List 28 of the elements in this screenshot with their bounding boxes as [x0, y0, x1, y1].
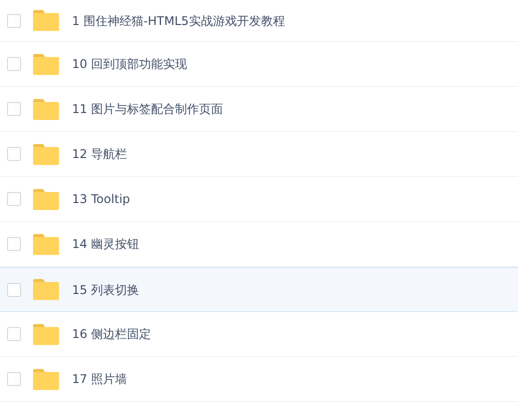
- file-row[interactable]: 15 列表切换: [0, 267, 518, 312]
- folder-icon: [33, 10, 59, 31]
- checkbox[interactable]: [7, 14, 21, 28]
- folder-name[interactable]: 12 导航栏: [72, 145, 128, 163]
- checkbox[interactable]: [7, 57, 21, 71]
- folder-icon: [33, 54, 59, 74]
- folder-name[interactable]: 14 幽灵按钮: [72, 235, 140, 253]
- checkbox[interactable]: [7, 147, 21, 161]
- checkbox[interactable]: [7, 282, 21, 296]
- checkbox[interactable]: [7, 192, 21, 206]
- folder-name[interactable]: 10 回到顶部功能实现: [72, 55, 188, 73]
- folder-name[interactable]: 11 图片与标签配合制作页面: [72, 100, 224, 118]
- folder-name[interactable]: 16 侧边栏固定: [72, 325, 152, 343]
- folder-icon: [33, 144, 59, 164]
- folder-icon: [33, 279, 59, 300]
- folder-icon: [33, 188, 59, 210]
- folder-name[interactable]: 13 Tooltip: [72, 190, 130, 208]
- checkbox[interactable]: [7, 102, 21, 116]
- checkbox[interactable]: [7, 237, 21, 251]
- checkbox[interactable]: [7, 327, 21, 341]
- folder-name[interactable]: 15 列表切换: [72, 280, 140, 298]
- folder-icon: [33, 324, 59, 344]
- folder-name[interactable]: 17 照片墙: [72, 370, 128, 388]
- folder-name[interactable]: 1 围住神经猫-HTML5实战游戏开发教程: [72, 12, 285, 30]
- folder-icon: [33, 98, 59, 120]
- folder-icon: [33, 234, 59, 254]
- folder-icon: [33, 368, 59, 390]
- checkbox[interactable]: [7, 372, 21, 386]
